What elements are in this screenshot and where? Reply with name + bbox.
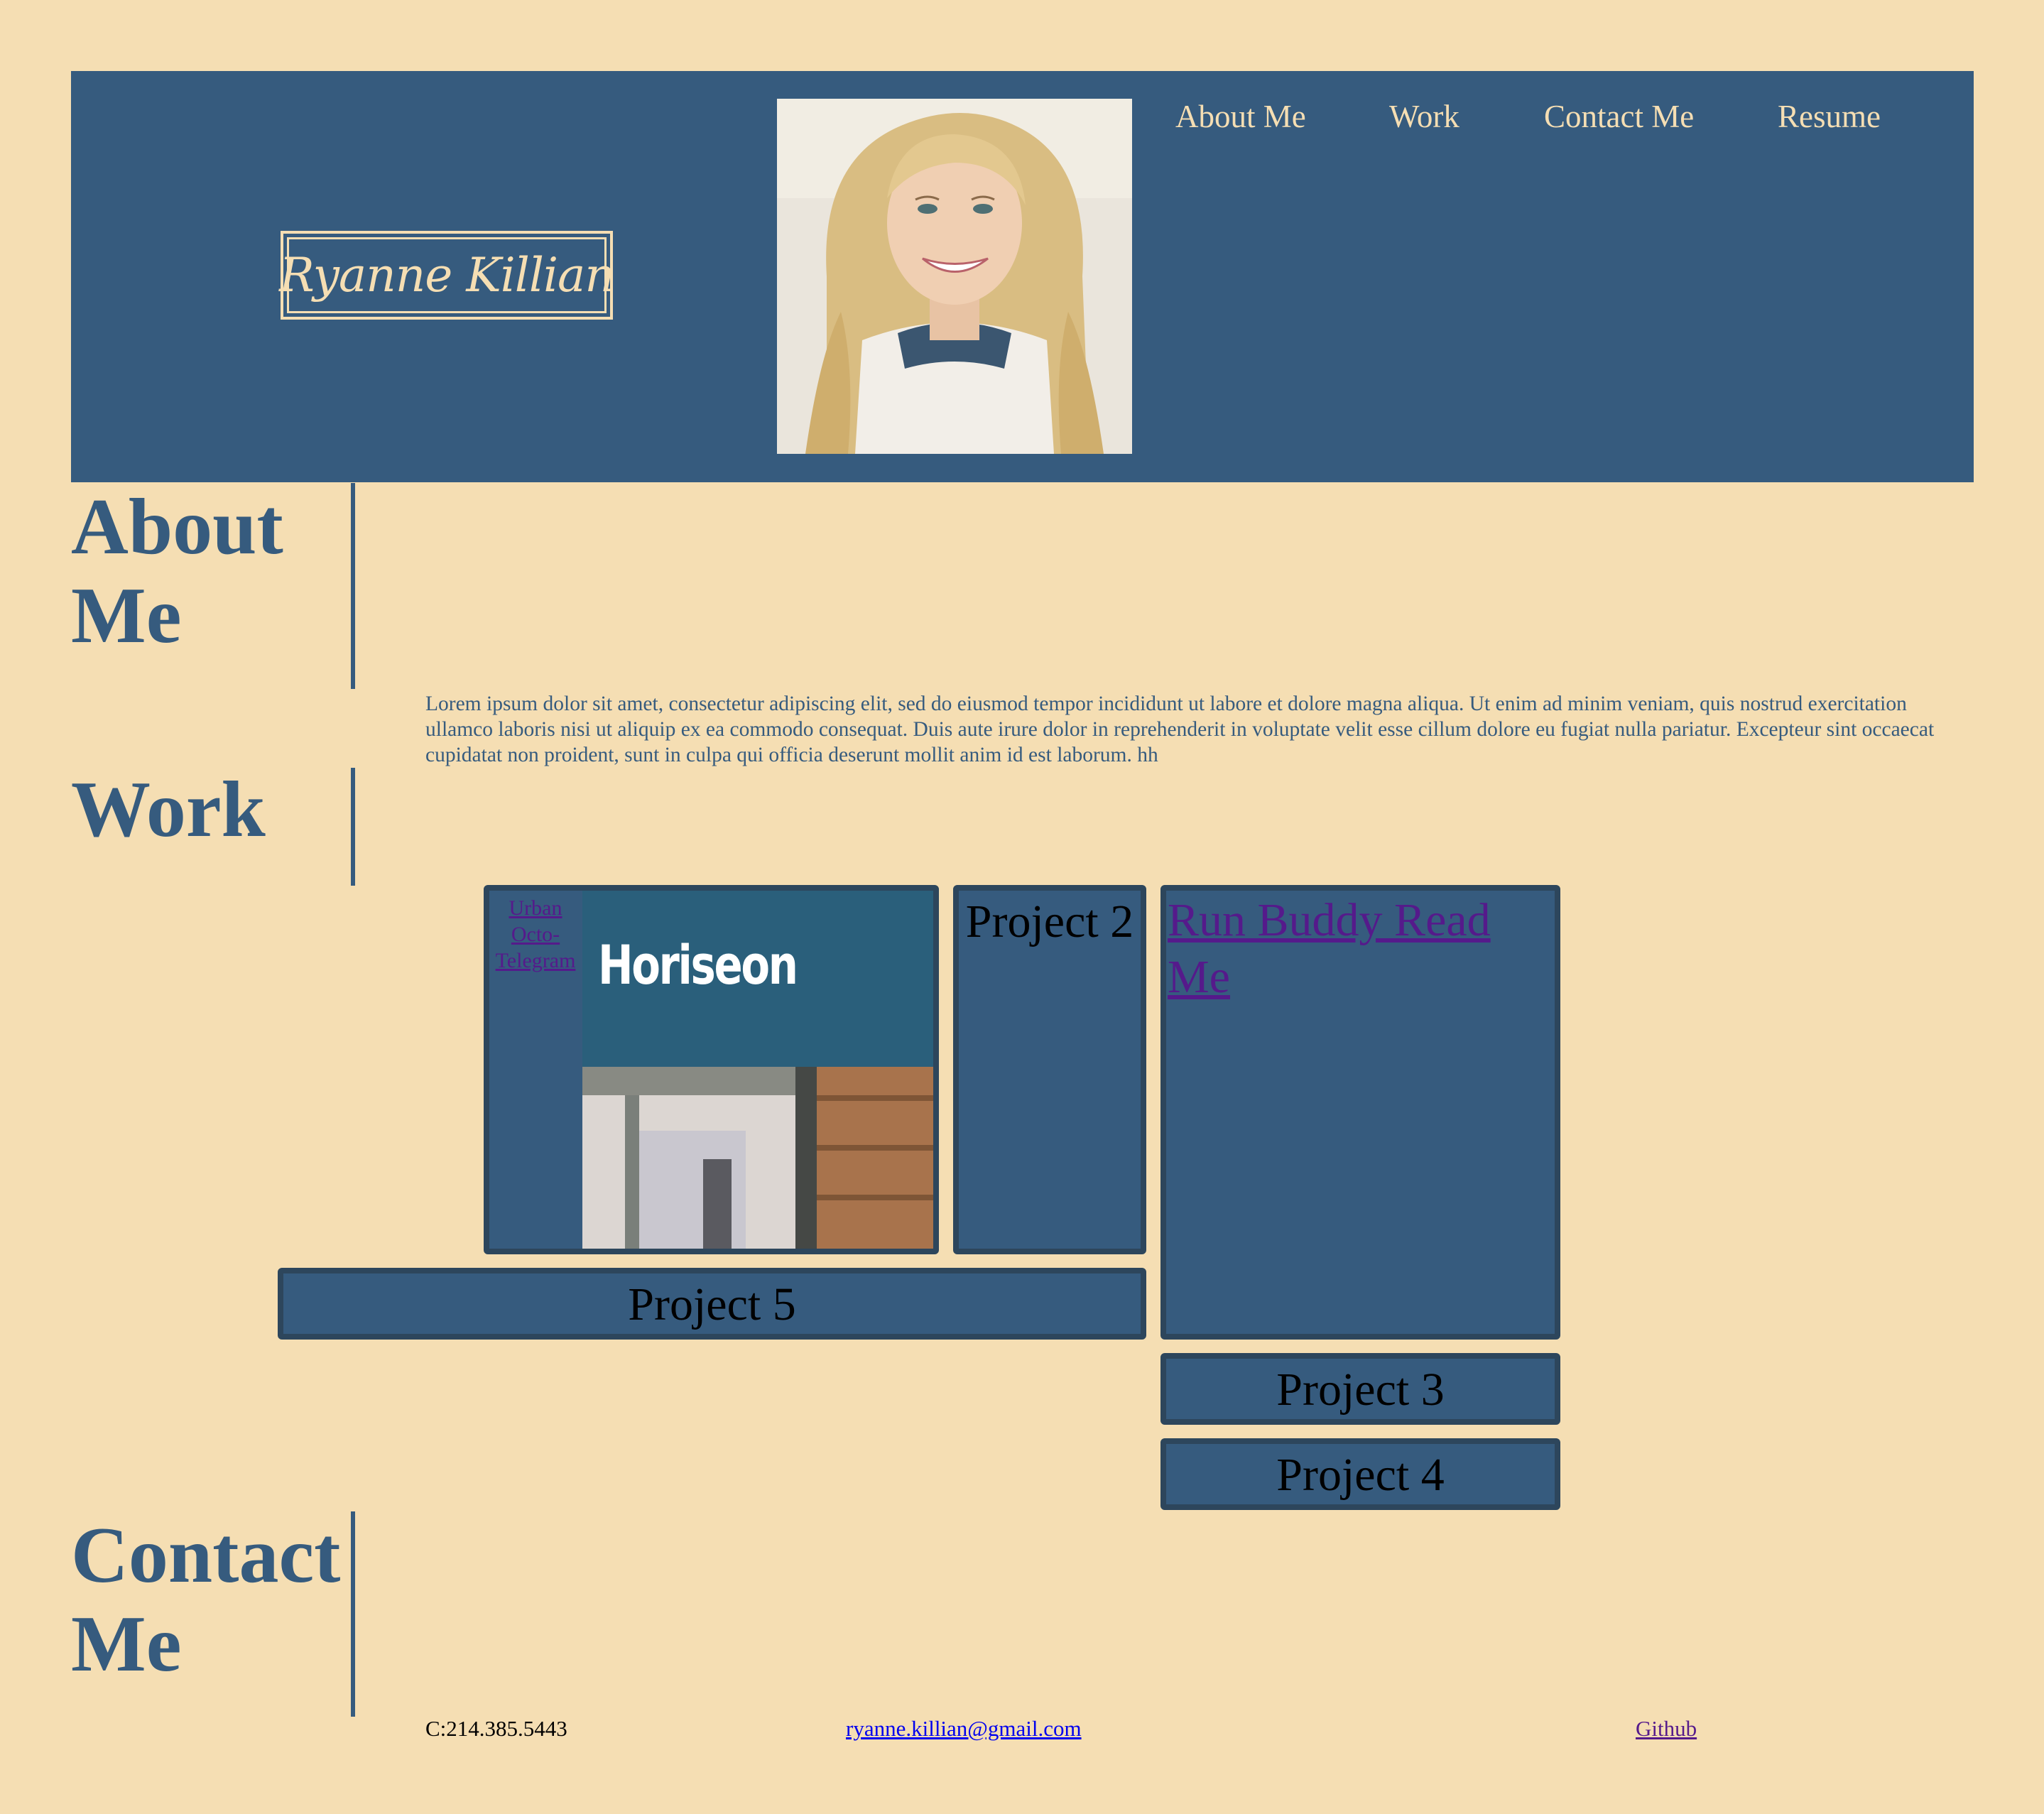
work-divider: [351, 768, 355, 886]
run-buddy-card: Run Buddy Read Me: [1160, 885, 1560, 1340]
project-card-1: Urban Octo-Telegram Horiseon: [484, 885, 939, 1254]
about-me-text: Lorem ipsum dolor sit amet, consectetur …: [425, 693, 1935, 766]
github-link[interactable]: Github: [1636, 1716, 1697, 1742]
project-card-5[interactable]: Project 5: [278, 1268, 1146, 1340]
project-5-label: Project 5: [628, 1278, 796, 1330]
profile-photo: [777, 99, 1132, 454]
site-owner-name: Ryanne Killian: [279, 248, 615, 303]
urban-octo-telegram-link[interactable]: Urban Octo-Telegram: [489, 895, 582, 974]
about-divider: [351, 483, 355, 689]
about-heading-line1: About: [71, 483, 283, 571]
name-logo: Ryanne Killian: [279, 231, 615, 320]
project-card-3[interactable]: Project 3: [1160, 1353, 1560, 1425]
contact-me-heading: Contact Me: [71, 1511, 340, 1689]
contact-heading-line1: Contact: [71, 1511, 341, 1600]
contact-heading-line2: Me: [71, 1600, 182, 1688]
about-me-heading: About Me: [71, 483, 283, 661]
project-card-4[interactable]: Project 4: [1160, 1438, 1560, 1510]
run-buddy-readme-link[interactable]: Run Buddy Read Me: [1166, 892, 1555, 1006]
phone-number: C:214.385.5443: [425, 1716, 567, 1741]
project-card-2[interactable]: Project 2: [953, 885, 1146, 1254]
portfolio-page: Ryanne Killian About Me Work Contact Me …: [0, 0, 2044, 1814]
nav-resume[interactable]: Resume: [1778, 98, 1881, 135]
work-heading: Work: [71, 766, 266, 854]
project-2-label: Project 2: [965, 896, 1134, 947]
site-header: Ryanne Killian About Me Work Contact Me …: [71, 71, 1974, 482]
project-4-label: Project 4: [1276, 1449, 1445, 1501]
about-heading-line2: Me: [71, 572, 182, 660]
nav-work[interactable]: Work: [1389, 98, 1459, 135]
horiseon-screenshot[interactable]: Horiseon: [582, 891, 933, 1249]
contact-divider: [351, 1511, 355, 1717]
project-3-label: Project 3: [1276, 1364, 1445, 1416]
horiseon-logo: Horiseon: [598, 933, 798, 996]
email-link[interactable]: ryanne.killian@gmail.com: [846, 1716, 1082, 1742]
nav-contact-me[interactable]: Contact Me: [1544, 98, 1694, 135]
nav-about-me[interactable]: About Me: [1175, 98, 1306, 135]
